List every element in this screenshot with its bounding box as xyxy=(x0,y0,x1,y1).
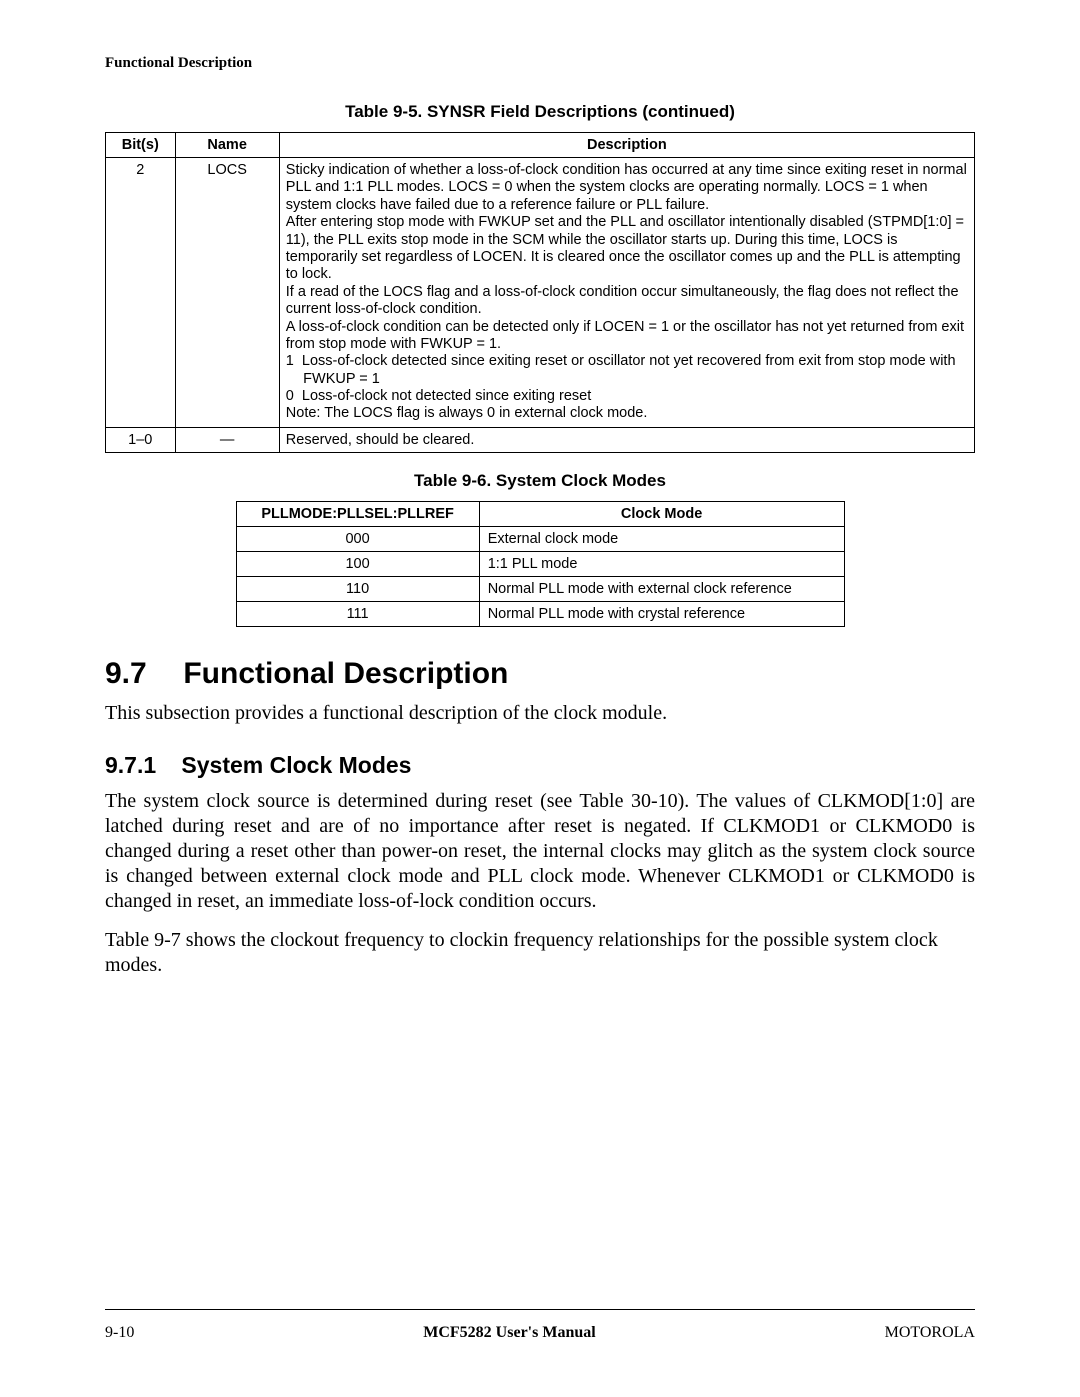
th-desc: Description xyxy=(279,133,974,158)
table9-5-caption: Table 9-5. SYNSR Field Descriptions (con… xyxy=(105,102,975,122)
cell-mode: Normal PLL mode with external clock refe… xyxy=(479,576,844,601)
cell-mode: Normal PLL mode with crystal reference xyxy=(479,601,844,626)
section-number: 9.7 xyxy=(105,657,175,691)
subsection-heading: 9.7.1 System Clock Modes xyxy=(105,752,975,779)
th-bits: Bit(s) xyxy=(106,133,176,158)
table-row: 111 Normal PLL mode with crystal referen… xyxy=(236,601,844,626)
table-row: 1–0 — Reserved, should be cleared. xyxy=(106,427,975,452)
section-intro: This subsection provides a functional de… xyxy=(105,701,975,726)
subsection-title: System Clock Modes xyxy=(181,752,411,778)
body-paragraph: Table 9-7 shows the clockout frequency t… xyxy=(105,928,975,978)
desc-para: Sticky indication of whether a loss-of-c… xyxy=(286,162,968,214)
footer-page-number: 9-10 xyxy=(105,1324,134,1342)
desc-para: A loss-of-clock condition can be detecte… xyxy=(286,319,968,354)
desc-li-1: 1 Loss-of-clock detected since exiting r… xyxy=(286,353,968,388)
cell-code: 100 xyxy=(236,551,479,576)
cell-code: 111 xyxy=(236,601,479,626)
desc-para: If a read of the LOCS flag and a loss-of… xyxy=(286,284,968,319)
th-clockmode: Clock Mode xyxy=(479,501,844,526)
th-name: Name xyxy=(175,133,279,158)
cell-code: 110 xyxy=(236,576,479,601)
section-title: Functional Description xyxy=(183,657,508,690)
th-pllmode: PLLMODE:PLLSEL:PLLREF xyxy=(236,501,479,526)
desc-para: After entering stop mode with FWKUP set … xyxy=(286,214,968,284)
cell-desc: Reserved, should be cleared. xyxy=(279,427,974,452)
cell-bits: 2 xyxy=(106,158,176,428)
cell-mode: 1:1 PLL mode xyxy=(479,551,844,576)
desc-li-0: 0 Loss-of-clock not detected since exiti… xyxy=(286,388,968,405)
table-row: 000 External clock mode xyxy=(236,526,844,551)
footer-company: MOTOROLA xyxy=(885,1324,975,1342)
cell-code: 000 xyxy=(236,526,479,551)
cell-mode: External clock mode xyxy=(479,526,844,551)
footer-manual-title: MCF5282 User's Manual xyxy=(423,1324,595,1342)
table-row: 110 Normal PLL mode with external clock … xyxy=(236,576,844,601)
table-row: 2 LOCS Sticky indication of whether a lo… xyxy=(106,158,975,428)
cell-desc: Sticky indication of whether a loss-of-c… xyxy=(279,158,974,428)
table9-6-caption: Table 9-6. System Clock Modes xyxy=(105,471,975,491)
subsection-number: 9.7.1 xyxy=(105,752,175,779)
cell-name: LOCS xyxy=(175,158,279,428)
cell-bits: 1–0 xyxy=(106,427,176,452)
table9-6: PLLMODE:PLLSEL:PLLREF Clock Mode 000 Ext… xyxy=(236,501,845,627)
desc-note: Note: The LOCS flag is always 0 in exter… xyxy=(286,405,968,422)
table-row: 100 1:1 PLL mode xyxy=(236,551,844,576)
table9-5: Bit(s) Name Description 2 LOCS Sticky in… xyxy=(105,132,975,453)
page-footer: 9-10 MCF5282 User's Manual MOTOROLA xyxy=(105,1309,975,1342)
running-head: Functional Description xyxy=(105,55,975,72)
section-heading: 9.7 Functional Description xyxy=(105,657,975,691)
cell-name: — xyxy=(175,427,279,452)
body-paragraph: The system clock source is determined du… xyxy=(105,789,975,914)
